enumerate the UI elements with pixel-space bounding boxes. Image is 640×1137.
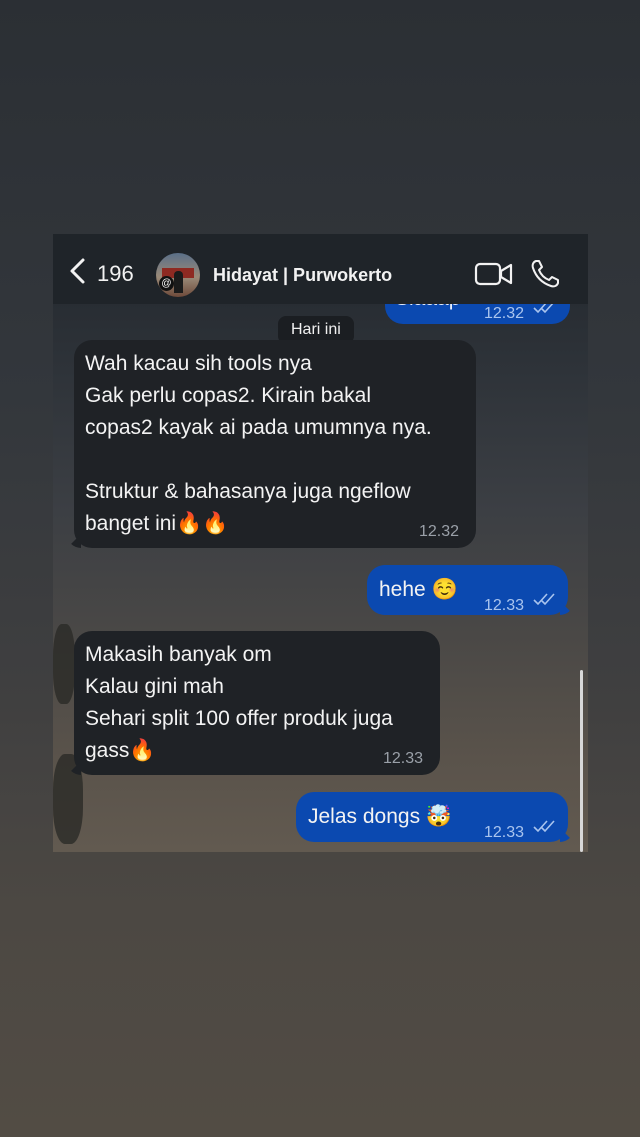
message-line: Makasih banyak om	[85, 643, 272, 666]
message-bubble-incoming[interactable]: Wah kacau sih tools nya Gak perlu copas2…	[74, 340, 476, 548]
message-line: Wah kacau sih tools nya	[85, 352, 312, 375]
chat-header: 196 @ Hidayat | Purwokerto	[53, 234, 588, 304]
contact-name[interactable]: Hidayat | Purwokerto	[213, 265, 392, 286]
message-line	[85, 444, 476, 476]
threads-badge-icon: @	[159, 276, 174, 291]
message-line: Struktur & bahasanya juga ngeflow	[85, 480, 411, 503]
chat-window: Siaaap 12.32 196 @ Hidayat | Purwokerto …	[53, 234, 588, 852]
unread-count[interactable]: 196	[97, 261, 134, 287]
background-tree	[53, 624, 75, 704]
message-text: Jelas dongs 🤯	[308, 805, 453, 828]
avatar[interactable]: @	[156, 253, 200, 297]
message-line: Gak perlu copas2. Kirain bakal	[85, 384, 371, 407]
message-bubble-outgoing[interactable]: Jelas dongs 🤯 12.33	[296, 792, 568, 842]
read-ticks-icon	[533, 820, 555, 833]
video-call-icon[interactable]	[474, 260, 514, 288]
message-bubble-incoming[interactable]: Makasih banyak om Kalau gini mah Sehari …	[74, 631, 440, 775]
back-chevron-icon[interactable]	[65, 256, 91, 286]
message-time: 12.33	[383, 750, 424, 767]
message-line: Sehari split 100 offer produk juga	[85, 707, 393, 730]
message-time: 12.32	[419, 523, 460, 540]
bubble-tail	[560, 601, 574, 615]
phone-call-icon[interactable]	[529, 258, 561, 290]
message-time: 12.33	[484, 824, 525, 841]
message-line: banget ini🔥🔥	[85, 512, 229, 535]
message-line: copas2 kayak ai pada umumnya nya.	[85, 416, 432, 439]
message-bubble-outgoing[interactable]: hehe ☺️ 12.33	[367, 565, 568, 615]
message-text: hehe ☺️	[379, 578, 458, 601]
message-line: Kalau gini mah	[85, 675, 224, 698]
message-time: 12.33	[484, 597, 525, 614]
bubble-tail	[560, 828, 574, 842]
scrollbar[interactable]	[580, 670, 583, 852]
read-ticks-icon	[533, 593, 555, 606]
avatar-photo-person	[174, 271, 183, 293]
